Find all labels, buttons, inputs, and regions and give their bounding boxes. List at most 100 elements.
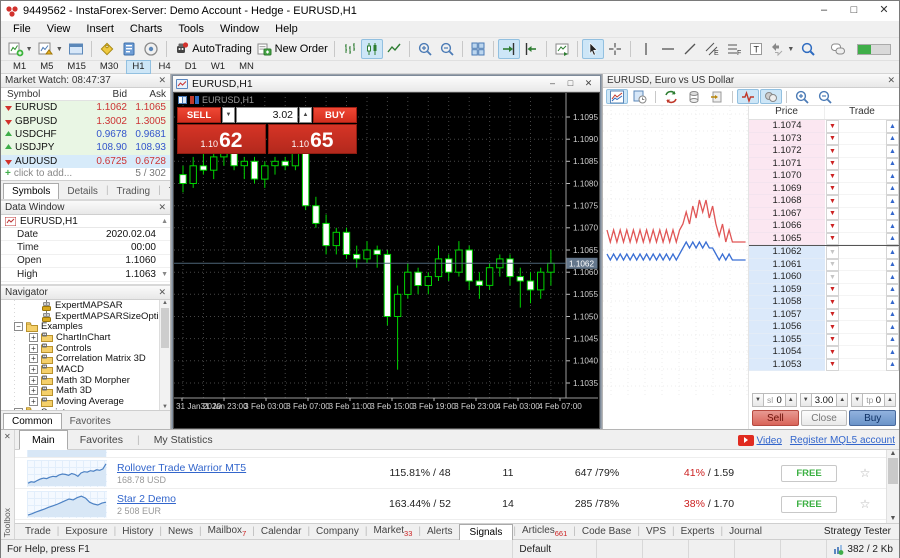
trade-cell[interactable]	[839, 359, 886, 372]
volume-up-icon[interactable]: ▲	[836, 393, 848, 407]
dom-history-button[interactable]	[629, 89, 651, 104]
minimize-icon[interactable]: –	[809, 1, 839, 21]
dom-bid-row[interactable]: 1.1053 ▼ ▲	[749, 359, 899, 372]
market-watch-button[interactable]	[96, 39, 118, 59]
scroll-down-icon[interactable]: ▼	[161, 271, 168, 278]
dom-volume-value[interactable]: 3.00	[815, 395, 834, 406]
navigator-scrollbar[interactable]: ▲▼	[159, 300, 170, 410]
dom-bid-row[interactable]: 1.1057 ▼ ▲	[749, 309, 899, 322]
buy-price[interactable]: 1.10 65	[268, 124, 357, 154]
menu-help[interactable]: Help	[267, 22, 306, 36]
market-watch-row[interactable]: USDCHF 0.9678 0.9681	[1, 128, 170, 141]
dom-close-button[interactable]: Close	[801, 410, 848, 426]
signal-name-link[interactable]: Star 2 Demo	[117, 493, 365, 505]
tree-toggle-icon[interactable]: −	[14, 322, 23, 331]
trade-cell[interactable]	[839, 334, 886, 347]
sell-chevron-icon[interactable]: ▼	[826, 145, 839, 158]
dom-spread-button[interactable]	[683, 89, 705, 104]
sl-up-icon[interactable]: ▲	[785, 393, 797, 407]
market-watch-add-row[interactable]: + click to add... 5 / 302	[1, 168, 170, 180]
chart-window-titlebar[interactable]: EURUSD,H1 – □ ✕	[173, 76, 600, 92]
dom-ask-row[interactable]: 1.1071 ▼ ▲	[749, 158, 899, 171]
scroll-up-icon[interactable]: ▲	[887, 450, 899, 457]
buy-chevron-icon[interactable]: ▲	[886, 120, 899, 133]
menu-window[interactable]: Window	[212, 22, 267, 36]
signals-scrollbar[interactable]: ▲▼	[886, 450, 899, 523]
buy-button[interactable]: BUY	[313, 107, 357, 123]
sl-down-icon[interactable]: ▼	[752, 393, 764, 407]
tp-down-icon[interactable]: ▼	[851, 393, 863, 407]
navigator-item[interactable]: ExpertMAPSARSizeOptim	[1, 311, 170, 322]
dom-sell-button[interactable]: Sell	[752, 410, 799, 426]
trade-cell[interactable]	[839, 195, 886, 208]
timeframe-m1[interactable]: M1	[7, 60, 32, 74]
volume-field[interactable]: 3.02	[236, 107, 298, 123]
market-watch-row[interactable]: GBPUSD 1.3002 1.3005	[1, 114, 170, 127]
tree-toggle-icon[interactable]: +	[29, 333, 38, 342]
toolbox-tab-exposure[interactable]: Exposure	[59, 525, 113, 538]
navigator-item[interactable]: +Math 3D	[1, 386, 170, 397]
sell-chevron-icon[interactable]: ▼	[826, 170, 839, 183]
toolbox-tab-calendar[interactable]: Calendar	[255, 525, 308, 538]
sell-chevron-icon[interactable]: ▼	[826, 296, 839, 309]
dom-depth-button[interactable]	[606, 89, 628, 104]
dom-ask-row[interactable]: 1.1072 ▼ ▲	[749, 145, 899, 158]
dom-bid-row[interactable]: 1.1062 ▼ ▲	[749, 246, 899, 259]
tree-toggle-icon[interactable]: +	[29, 365, 38, 374]
scroll-up-icon[interactable]: ▲	[161, 218, 170, 225]
buy-chevron-icon[interactable]: ▲	[886, 284, 899, 297]
signals-tab-main[interactable]: Main	[19, 430, 68, 450]
trade-cell[interactable]	[839, 346, 886, 359]
market-watch-close-icon[interactable]: ✕	[158, 75, 166, 86]
dom-ask-row[interactable]: 1.1074 ▼ ▲	[749, 120, 899, 133]
signal-row[interactable]: Star 2 Demo 2 508 EUR 163.44% / 52 14 28…	[15, 489, 899, 520]
chart-close-icon[interactable]: ✕	[580, 78, 597, 89]
cursor-button[interactable]	[582, 39, 604, 59]
dom-zoom-in-button[interactable]	[791, 89, 813, 104]
timeframe-m30[interactable]: M30	[94, 60, 124, 74]
chart-maximize-icon[interactable]: □	[562, 78, 579, 89]
menu-view[interactable]: View	[39, 22, 79, 36]
favorite-star-icon[interactable]: ☆	[853, 466, 877, 480]
trade-cell[interactable]	[839, 284, 886, 297]
timeframe-h4[interactable]: H4	[153, 60, 177, 74]
market-watch-row[interactable]: USDJPY 108.90 108.93	[1, 141, 170, 154]
new-chart-button[interactable]: ▼	[5, 39, 35, 59]
sell-chevron-icon[interactable]: ▼	[826, 271, 839, 284]
video-link[interactable]: Video	[738, 435, 782, 447]
buy-chevron-icon[interactable]: ▲	[886, 233, 899, 246]
toolbox-tab-news[interactable]: News	[162, 525, 199, 538]
toolbox-tab-alerts[interactable]: Alerts	[421, 525, 459, 538]
tile-windows-button[interactable]	[467, 39, 489, 59]
sell-chevron-icon[interactable]: ▼	[826, 334, 839, 347]
tree-toggle-icon[interactable]: +	[29, 386, 38, 395]
sell-button[interactable]: SELL	[177, 107, 221, 123]
tab-details[interactable]: Details	[59, 184, 106, 199]
status-profile[interactable]: Default	[513, 540, 597, 558]
tab-common[interactable]: Common	[3, 413, 62, 429]
autotrading-button[interactable]: AutoTrading	[171, 39, 253, 59]
dom-ask-row[interactable]: 1.1067 ▼ ▲	[749, 208, 899, 221]
dom-bid-row[interactable]: 1.1056 ▼ ▲	[749, 321, 899, 334]
toolbox-tab-signals[interactable]: Signals	[459, 524, 514, 540]
buy-chevron-icon[interactable]: ▲	[886, 359, 899, 372]
buy-chevron-icon[interactable]: ▲	[886, 195, 899, 208]
signals-tab-my-statistics[interactable]: My Statistics	[142, 431, 225, 449]
scroll-thumb[interactable]	[888, 458, 898, 484]
dom-ask-row[interactable]: 1.1068 ▼ ▲	[749, 195, 899, 208]
tab-trading[interactable]: Trading	[109, 184, 159, 199]
maximize-icon[interactable]: □	[839, 1, 869, 21]
toolbox-tab-experts[interactable]: Experts	[675, 525, 721, 538]
navigator-item[interactable]: ExpertMAPSAR	[1, 300, 170, 311]
buy-chevron-icon[interactable]: ▲	[886, 334, 899, 347]
favorite-star-icon[interactable]: ☆	[853, 497, 877, 511]
arrows-button[interactable]: ▼	[767, 39, 797, 59]
sell-chevron-icon[interactable]: ▼	[826, 359, 839, 372]
navigator-item[interactable]: +Moving Average	[1, 396, 170, 407]
chat-button[interactable]	[827, 39, 849, 59]
timeframe-m15[interactable]: M15	[61, 60, 91, 74]
chart-shift-button[interactable]	[520, 39, 542, 59]
menu-tools[interactable]: Tools	[170, 22, 212, 36]
dom-ask-row[interactable]: 1.1070 ▼ ▲	[749, 170, 899, 183]
timeframe-w1[interactable]: W1	[205, 60, 231, 74]
